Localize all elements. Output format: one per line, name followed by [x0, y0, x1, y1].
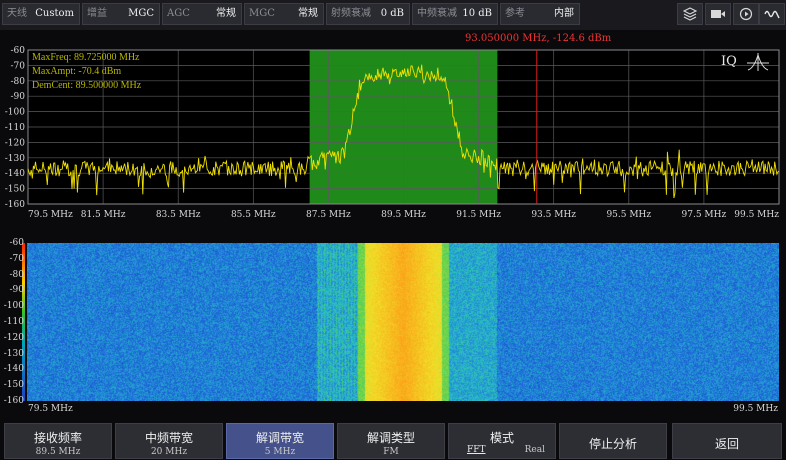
gain-selector[interactable]: 增益 MGC: [82, 3, 160, 25]
play-icon: [739, 7, 753, 21]
x-tick-label: 85.5 MHz: [231, 210, 276, 220]
if-atten-value: 10 dB: [462, 8, 492, 19]
waterfall-panel[interactable]: -60 -70 -80 -90 -100 -110 -120 -130 -140 -150 -160…: [0, 238, 786, 418]
antenna-value: Custom: [35, 8, 74, 19]
mode-option-real[interactable]: Real: [525, 445, 545, 455]
mode-title: 模式: [489, 431, 514, 445]
waterfall-x-start: 79.5 MHz: [28, 404, 73, 414]
back-title: 返回: [714, 437, 739, 451]
agc-label: AGC: [167, 8, 190, 19]
record-button[interactable]: [705, 3, 731, 25]
y-tick-label: -160: [5, 200, 25, 210]
waveform-button[interactable]: [759, 3, 785, 25]
gain-label: 增益: [87, 8, 107, 19]
rf-atten-label: 射频衰减: [331, 8, 371, 19]
max-ampt-readout: MaxAmpt: -70.4 dBm: [32, 66, 122, 77]
waterfall-y-tick-label: -150: [3, 380, 24, 391]
if-atten-label: 中频衰减: [417, 8, 457, 19]
y-tick-label: -100: [5, 108, 25, 118]
mgc-selector[interactable]: MGC 常规: [244, 3, 324, 25]
waveform-icon: [764, 10, 780, 19]
demod-bandwidth-title: 解调带宽: [255, 431, 304, 445]
waterfall-y-tick-label: -90: [9, 285, 25, 296]
waterfall-y-tick-label: -130: [3, 348, 24, 359]
agc-value: 常规: [216, 8, 236, 19]
y-tick-label: -70: [11, 61, 26, 71]
receive-freq-title: 接收频率: [33, 431, 82, 445]
reference-value: 内部: [554, 8, 574, 19]
constellation-icon[interactable]: [746, 52, 770, 72]
y-tick-label: -110: [5, 123, 25, 133]
demod-type-title: 解调类型: [366, 431, 415, 445]
waterfall-plot[interactable]: [27, 243, 779, 401]
back-button[interactable]: 返回: [672, 423, 782, 459]
x-tick-label: 99.5 MHz: [734, 210, 779, 220]
mode-button[interactable]: 模式 FFT Real: [448, 423, 556, 459]
antenna-selector[interactable]: 天线 Custom: [2, 3, 80, 25]
antenna-label: 天线: [7, 8, 27, 19]
y-tick-label: -150: [5, 185, 25, 195]
if-bandwidth-title: 中频带宽: [144, 431, 193, 445]
x-tick-label: 95.5 MHz: [606, 210, 651, 220]
play-button[interactable]: [733, 3, 759, 25]
reference-selector[interactable]: 参考 内部: [500, 3, 580, 25]
waterfall-x-end: 99.5 MHz: [733, 404, 778, 414]
marker-readout: 93.050000 MHz, -124.6 dBm: [465, 33, 612, 44]
x-axis-labels: 79.5 MHz 81.5 MHz 83.5 MHz 85.5 MHz 87.5 MHz…: [28, 210, 779, 220]
waterfall-y-tick-label: -140: [3, 364, 24, 375]
if-bandwidth-button[interactable]: 中频带宽 20 MHz: [115, 423, 223, 459]
x-tick-label: 87.5 MHz: [306, 210, 351, 220]
y-tick-label: -90: [11, 92, 26, 102]
dem-cent-readout: DemCent: 89.500000 MHz: [32, 80, 142, 91]
waterfall-y-tick-label: -160: [3, 396, 24, 406]
receive-freq-value: 89.5 MHz: [35, 447, 81, 457]
x-tick-label: 91.5 MHz: [456, 210, 501, 220]
mgc-label: MGC: [249, 8, 275, 19]
if-atten-selector[interactable]: 中频衰减 10 dB: [412, 3, 498, 25]
spectrum-panel[interactable]: -60 -70 -80 -90 -100 -110 -120 -130 -140 -150 -160…: [0, 30, 786, 230]
y-tick-label: -130: [5, 154, 25, 164]
demod-type-button[interactable]: 解调类型 FM: [337, 423, 445, 459]
x-tick-label: 79.5 MHz: [28, 210, 73, 220]
waterfall-y-tick-label: -110: [3, 317, 24, 327]
agc-selector[interactable]: AGC 常规: [162, 3, 242, 25]
layers-button[interactable]: [677, 3, 703, 25]
y-tick-label: -120: [5, 138, 25, 148]
y-tick-label: -60: [11, 46, 26, 56]
waterfall-y-tick-label: -60: [9, 238, 25, 248]
stop-analysis-title: 停止分析: [588, 437, 637, 451]
demod-bandwidth-value: 5 MHz: [264, 447, 296, 457]
receive-freq-button[interactable]: 接收频率 89.5 MHz: [4, 423, 112, 459]
x-tick-label: 83.5 MHz: [156, 210, 201, 220]
rf-atten-value: 0 dB: [380, 8, 404, 19]
layers-icon: [683, 7, 697, 21]
record-icon: [711, 10, 725, 18]
top-toolbar: 天线 Custom 增益 MGC AGC 常规 MGC 常规 射频衰减 0 dB…: [0, 0, 786, 30]
mgc-value: 常规: [298, 8, 318, 19]
gain-value: MGC: [128, 8, 154, 19]
waterfall-y-tick-label: -70: [9, 253, 25, 264]
rf-atten-selector[interactable]: 射频衰减 0 dB: [326, 3, 410, 25]
demod-type-value: FM: [383, 447, 399, 457]
bottom-softkey-bar: 接收频率 89.5 MHz 中频带宽 20 MHz 解调带宽 5 MHz 解调类…: [0, 420, 786, 460]
x-tick-label: 97.5 MHz: [682, 210, 727, 220]
max-freq-readout: MaxFreq: 89.725000 MHz: [32, 52, 140, 63]
if-bandwidth-value: 20 MHz: [150, 447, 188, 457]
y-tick-label: -140: [5, 169, 25, 179]
x-tick-label: 89.5 MHz: [381, 210, 426, 220]
x-tick-label: 81.5 MHz: [81, 210, 126, 220]
waterfall-y-tick-label: -120: [3, 332, 24, 343]
iq-mode-label[interactable]: IQ: [721, 54, 737, 69]
waterfall-y-tick-label: -80: [9, 269, 25, 280]
stop-analysis-button[interactable]: 停止分析: [559, 423, 667, 459]
x-tick-label: 93.5 MHz: [531, 210, 576, 220]
waterfall-y-tick-label: -100: [3, 301, 24, 312]
y-tick-label: -80: [11, 77, 26, 87]
demod-bandwidth-button[interactable]: 解调带宽 5 MHz: [226, 423, 334, 459]
reference-label: 参考: [505, 8, 525, 19]
mode-option-fft[interactable]: FFT: [467, 445, 486, 455]
y-axis-labels: -60 -70 -80 -90 -100 -110 -120 -130 -140 -150 -160: [5, 46, 26, 210]
